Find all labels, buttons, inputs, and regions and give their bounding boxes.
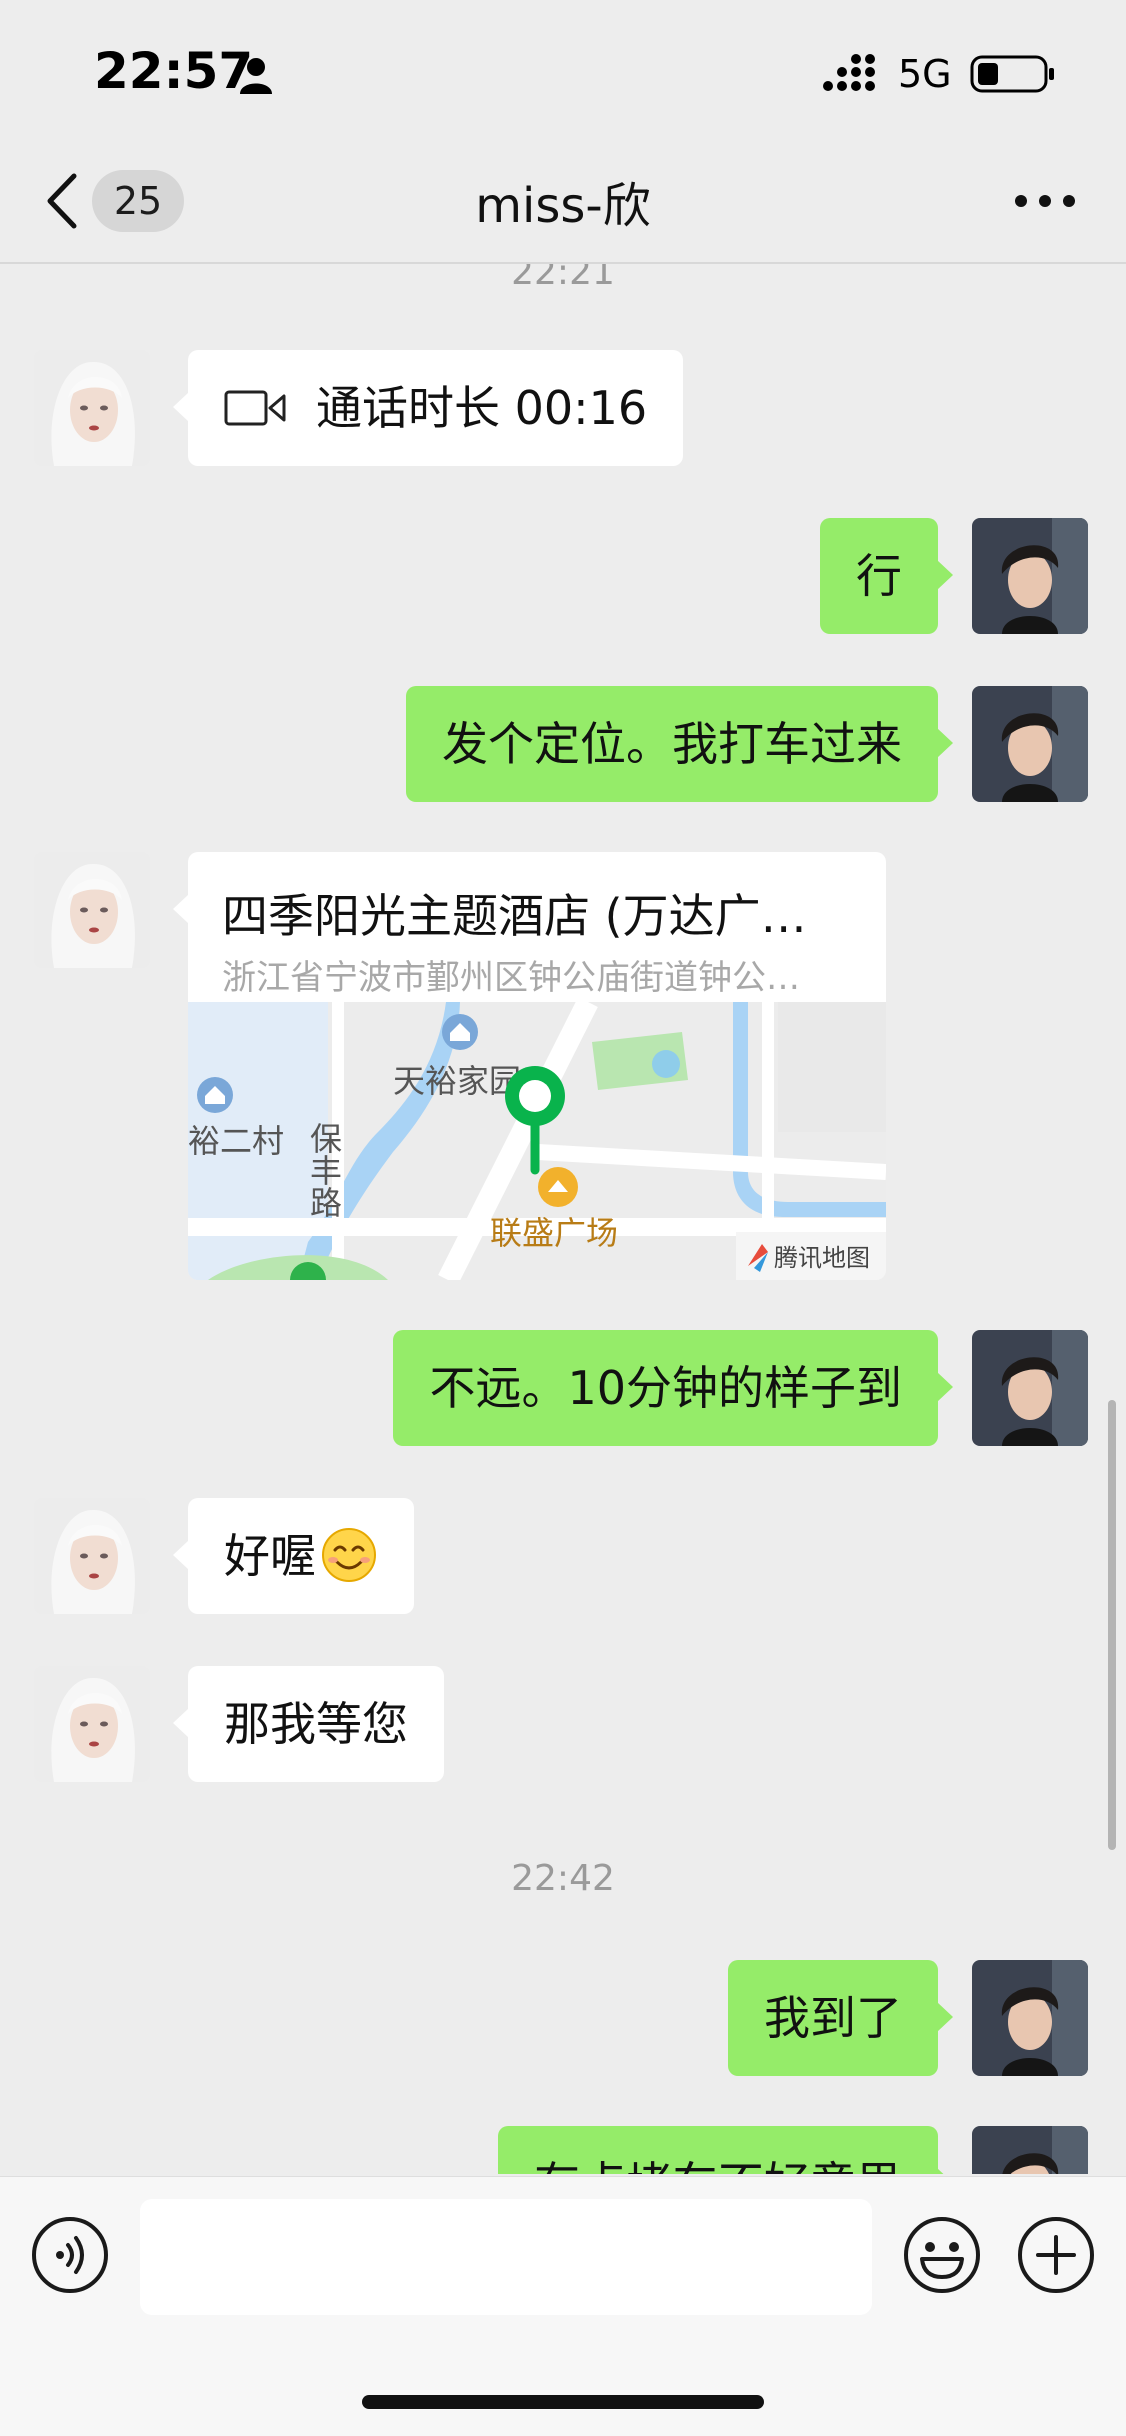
back-icon[interactable] [44, 172, 80, 230]
voice-input-icon[interactable] [30, 2215, 110, 2295]
chat-area[interactable]: 22:21 通话时长 00:16 行 发个定位。我打车过来 四季阳光主题酒店 (… [0, 264, 1126, 2174]
message-bubble-incoming[interactable]: 那我等您 [173, 1666, 444, 1782]
plus-icon[interactable] [1016, 2215, 1096, 2295]
call-record-bubble[interactable]: 通话时长 00:16 [172, 350, 684, 466]
message-bubble-outgoing[interactable]: 行 [820, 518, 953, 634]
my-avatar[interactable] [972, 1960, 1088, 2076]
location-address: 浙江省宁波市鄞州区钟公庙街道钟公… [222, 958, 800, 998]
map-provider-label: 腾讯地图 [774, 1245, 870, 1272]
call-duration-text: 通话时长 00:16 [316, 381, 648, 435]
message-bubble-outgoing[interactable]: 发个定位。我打车过来 [406, 686, 953, 802]
map-label-road: 保丰路 [306, 1122, 342, 1218]
message-text: 好喔 [224, 1529, 316, 1583]
map-label-plaza: 联盛广场 [490, 1215, 618, 1251]
message-text: 我到了 [764, 1991, 902, 2045]
chat-screen: 22:57 5G miss-欣 25 22:21 通话时长 00:16 行 发个… [0, 0, 1126, 2436]
scrollbar[interactable] [1108, 1400, 1116, 1850]
home-indicator [362, 2395, 764, 2409]
message-text: 有点堵车不好意思 [534, 2157, 902, 2174]
unread-count-badge[interactable]: 25 [92, 170, 184, 232]
location-card[interactable]: 四季阳光主题酒店 (万达广… 浙江省宁波市鄞州区钟公庙街道钟公… 裕二村 天裕家… [188, 852, 886, 1280]
location-card-arrow [173, 894, 189, 924]
contact-avatar[interactable] [34, 1666, 150, 1782]
map-label-village: 裕二村 [188, 1123, 284, 1159]
my-avatar[interactable] [972, 2126, 1088, 2174]
message-bubble-incoming[interactable]: 好喔 [173, 1498, 414, 1614]
contact-avatar[interactable] [34, 350, 150, 466]
message-text: 行 [856, 549, 902, 603]
status-bar: 22:57 5G [0, 0, 1126, 140]
battery-icon [970, 55, 1054, 93]
message-text: 不远。10分钟的样子到 [429, 1361, 902, 1415]
video-call-icon [224, 390, 286, 426]
message-text: 那我等您 [224, 1697, 408, 1751]
location-title: 四季阳光主题酒店 (万达广… [222, 889, 807, 943]
signal-icon [823, 54, 875, 91]
message-text: 发个定位。我打车过来 [442, 717, 902, 771]
network-label: 5G [898, 52, 952, 96]
emoji-icon[interactable] [902, 2215, 982, 2295]
contact-avatar[interactable] [34, 852, 150, 968]
message-bubble-outgoing[interactable]: 不远。10分钟的样子到 [393, 1330, 953, 1446]
timestamp: 22:42 [511, 1858, 615, 1899]
nav-bar: miss-欣 25 [0, 140, 1126, 264]
map-label-estate: 天裕家园 [393, 1063, 521, 1099]
more-icon[interactable] [1012, 190, 1078, 212]
timestamp: 22:21 [511, 264, 615, 293]
smile-emoji-icon [322, 1528, 376, 1582]
my-avatar[interactable] [972, 1330, 1088, 1446]
location-map: 裕二村 天裕家园 保丰路 联盛广场 腾讯地图 [188, 1002, 886, 1280]
status-time: 22:57 [94, 42, 254, 100]
my-avatar[interactable] [972, 686, 1088, 802]
person-icon [240, 58, 272, 94]
message-bubble-outgoing[interactable]: 有点堵车不好意思 [498, 2126, 953, 2174]
my-avatar[interactable] [972, 518, 1088, 634]
input-bar [0, 2176, 1126, 2436]
contact-avatar[interactable] [34, 1498, 150, 1614]
message-bubble-outgoing[interactable]: 我到了 [728, 1960, 953, 2076]
message-input[interactable] [140, 2199, 872, 2315]
